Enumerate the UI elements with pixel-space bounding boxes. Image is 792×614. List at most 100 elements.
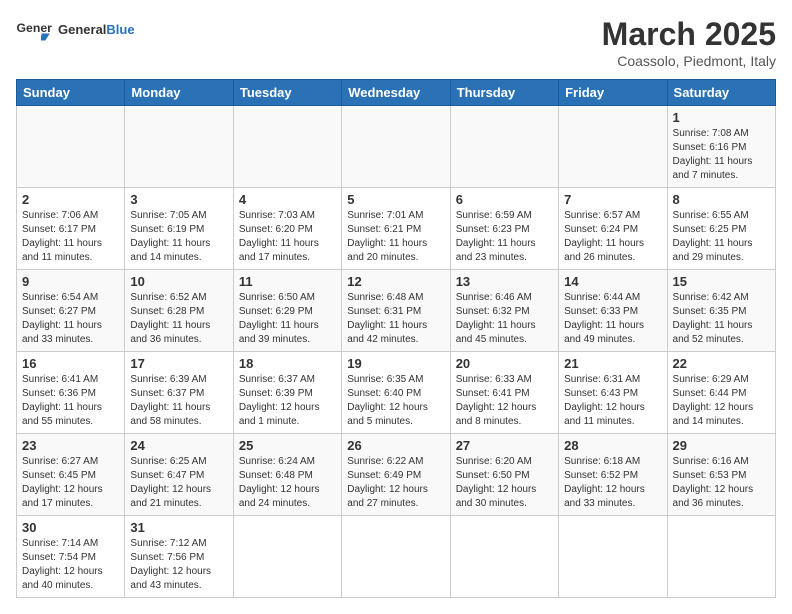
day-info: Sunrise: 6:31 AM Sunset: 6:43 PM Dayligh… xyxy=(564,373,661,429)
day-info: Sunrise: 6:55 AM Sunset: 6:25 PM Dayligh… xyxy=(673,209,770,265)
day-info: Sunrise: 6:57 AM Sunset: 6:24 PM Dayligh… xyxy=(564,209,661,265)
calendar-cell: 2 Sunrise: 7:06 AM Sunset: 6:17 PM Daylig… xyxy=(17,188,125,270)
day-info: Sunrise: 6:42 AM Sunset: 6:35 PM Dayligh… xyxy=(673,291,770,347)
calendar-header-friday: Friday xyxy=(559,80,667,106)
day-number: 21 xyxy=(564,356,661,371)
calendar-cell: 23Sunrise: 6:27 AM Sunset: 6:45 PM Dayli… xyxy=(17,434,125,516)
day-info: Sunrise: 6:29 AM Sunset: 6:44 PM Dayligh… xyxy=(673,373,770,429)
calendar-cell: 12Sunrise: 6:48 AM Sunset: 6:31 PM Dayli… xyxy=(342,270,450,352)
calendar-cell: 31 Sunrise: 7:12 AM Sunset: 7:56 PM Dayli… xyxy=(125,516,233,598)
calendar-cell: 24Sunrise: 6:25 AM Sunset: 6:47 PM Dayli… xyxy=(125,434,233,516)
calendar-cell xyxy=(233,106,341,188)
calendar-cell xyxy=(667,516,775,598)
calendar-cell xyxy=(233,516,341,598)
day-number: 26 xyxy=(347,438,444,453)
day-number: 13 xyxy=(456,274,553,289)
day-info: Sunrise: 7:06 AM Sunset: 6:17 PM Dayligh… xyxy=(22,209,119,265)
day-number: 22 xyxy=(673,356,770,371)
day-number: 19 xyxy=(347,356,444,371)
calendar-cell: 22 Sunrise: 6:29 AM Sunset: 6:44 PM Dayli… xyxy=(667,352,775,434)
day-info: Sunrise: 7:14 AM Sunset: 7:54 PM Dayligh… xyxy=(22,537,119,593)
calendar-cell: 30Sunrise: 7:14 AM Sunset: 7:54 PM Dayli… xyxy=(17,516,125,598)
title-block: March 2025 Coassolo, Piedmont, Italy xyxy=(602,16,776,69)
day-number: 16 xyxy=(22,356,119,371)
calendar-cell: 10Sunrise: 6:52 AM Sunset: 6:28 PM Dayli… xyxy=(125,270,233,352)
day-info: Sunrise: 6:39 AM Sunset: 6:37 PM Dayligh… xyxy=(130,373,227,429)
calendar-cell: 26 Sunrise: 6:22 AM Sunset: 6:49 PM Dayli… xyxy=(342,434,450,516)
day-number: 31 xyxy=(130,520,227,535)
calendar-cell: 17 Sunrise: 6:39 AM Sunset: 6:37 PM Dayli… xyxy=(125,352,233,434)
generalblue-logo-icon: General xyxy=(16,16,52,44)
day-number: 24 xyxy=(130,438,227,453)
day-info: Sunrise: 6:50 AM Sunset: 6:29 PM Dayligh… xyxy=(239,291,336,347)
calendar-cell: 1Sunrise: 7:08 AM Sunset: 6:16 PM Daylig… xyxy=(667,106,775,188)
calendar-header-row: SundayMondayTuesdayWednesdayThursdayFrid… xyxy=(17,80,776,106)
calendar-cell: 29 Sunrise: 6:16 AM Sunset: 6:53 PM Dayli… xyxy=(667,434,775,516)
day-number: 3 xyxy=(130,192,227,207)
calendar-cell: 11 Sunrise: 6:50 AM Sunset: 6:29 PM Dayli… xyxy=(233,270,341,352)
calendar-cell: 3Sunrise: 7:05 AM Sunset: 6:19 PM Daylig… xyxy=(125,188,233,270)
location-subtitle: Coassolo, Piedmont, Italy xyxy=(602,53,776,69)
day-number: 29 xyxy=(673,438,770,453)
day-info: Sunrise: 6:46 AM Sunset: 6:32 PM Dayligh… xyxy=(456,291,553,347)
calendar-cell xyxy=(450,516,558,598)
calendar-cell xyxy=(559,516,667,598)
logo-blue: Blue xyxy=(106,22,134,37)
calendar-cell xyxy=(342,106,450,188)
day-info: Sunrise: 7:12 AM Sunset: 7:56 PM Dayligh… xyxy=(130,537,227,593)
logo: General GeneralBlue xyxy=(16,16,135,44)
svg-text:General: General xyxy=(17,21,53,35)
day-info: Sunrise: 6:22 AM Sunset: 6:49 PM Dayligh… xyxy=(347,455,444,511)
day-number: 27 xyxy=(456,438,553,453)
day-number: 11 xyxy=(239,274,336,289)
day-info: Sunrise: 7:01 AM Sunset: 6:21 PM Dayligh… xyxy=(347,209,444,265)
calendar-header-thursday: Thursday xyxy=(450,80,558,106)
calendar-cell xyxy=(450,106,558,188)
day-number: 12 xyxy=(347,274,444,289)
day-number: 20 xyxy=(456,356,553,371)
day-number: 6 xyxy=(456,192,553,207)
calendar-cell: 8Sunrise: 6:55 AM Sunset: 6:25 PM Daylig… xyxy=(667,188,775,270)
calendar-cell: 9 Sunrise: 6:54 AM Sunset: 6:27 PM Daylig… xyxy=(17,270,125,352)
month-title: March 2025 xyxy=(602,16,776,53)
day-number: 14 xyxy=(564,274,661,289)
calendar-week-row: 2 Sunrise: 7:06 AM Sunset: 6:17 PM Daylig… xyxy=(17,188,776,270)
day-number: 23 xyxy=(22,438,119,453)
calendar-week-row: 16Sunrise: 6:41 AM Sunset: 6:36 PM Dayli… xyxy=(17,352,776,434)
day-info: Sunrise: 6:24 AM Sunset: 6:48 PM Dayligh… xyxy=(239,455,336,511)
day-info: Sunrise: 6:16 AM Sunset: 6:53 PM Dayligh… xyxy=(673,455,770,511)
calendar-cell: 7Sunrise: 6:57 AM Sunset: 6:24 PM Daylig… xyxy=(559,188,667,270)
day-number: 15 xyxy=(673,274,770,289)
calendar-header-wednesday: Wednesday xyxy=(342,80,450,106)
day-number: 25 xyxy=(239,438,336,453)
day-number: 9 xyxy=(22,274,119,289)
day-number: 2 xyxy=(22,192,119,207)
calendar-week-row: 9 Sunrise: 6:54 AM Sunset: 6:27 PM Daylig… xyxy=(17,270,776,352)
day-number: 1 xyxy=(673,110,770,125)
calendar-cell: 28Sunrise: 6:18 AM Sunset: 6:52 PM Dayli… xyxy=(559,434,667,516)
day-info: Sunrise: 6:20 AM Sunset: 6:50 PM Dayligh… xyxy=(456,455,553,511)
calendar-cell: 15 Sunrise: 6:42 AM Sunset: 6:35 PM Dayli… xyxy=(667,270,775,352)
calendar-cell xyxy=(125,106,233,188)
day-info: Sunrise: 6:35 AM Sunset: 6:40 PM Dayligh… xyxy=(347,373,444,429)
day-number: 17 xyxy=(130,356,227,371)
page-header: General GeneralBlue March 2025 Coassolo,… xyxy=(16,16,776,69)
calendar-cell: 27 Sunrise: 6:20 AM Sunset: 6:50 PM Dayli… xyxy=(450,434,558,516)
day-info: Sunrise: 7:03 AM Sunset: 6:20 PM Dayligh… xyxy=(239,209,336,265)
logo-general: General xyxy=(58,22,106,37)
day-number: 4 xyxy=(239,192,336,207)
calendar-table: SundayMondayTuesdayWednesdayThursdayFrid… xyxy=(16,79,776,598)
day-number: 10 xyxy=(130,274,227,289)
calendar-cell: 6Sunrise: 6:59 AM Sunset: 6:23 PM Daylig… xyxy=(450,188,558,270)
day-number: 5 xyxy=(347,192,444,207)
calendar-cell: 16Sunrise: 6:41 AM Sunset: 6:36 PM Dayli… xyxy=(17,352,125,434)
day-info: Sunrise: 6:54 AM Sunset: 6:27 PM Dayligh… xyxy=(22,291,119,347)
calendar-cell: 18Sunrise: 6:37 AM Sunset: 6:39 PM Dayli… xyxy=(233,352,341,434)
calendar-week-row: 30Sunrise: 7:14 AM Sunset: 7:54 PM Dayli… xyxy=(17,516,776,598)
calendar-cell: 5 Sunrise: 7:01 AM Sunset: 6:21 PM Daylig… xyxy=(342,188,450,270)
day-info: Sunrise: 6:33 AM Sunset: 6:41 PM Dayligh… xyxy=(456,373,553,429)
calendar-header-monday: Monday xyxy=(125,80,233,106)
calendar-week-row: 23Sunrise: 6:27 AM Sunset: 6:45 PM Dayli… xyxy=(17,434,776,516)
calendar-cell xyxy=(17,106,125,188)
calendar-cell: 20 Sunrise: 6:33 AM Sunset: 6:41 PM Dayli… xyxy=(450,352,558,434)
